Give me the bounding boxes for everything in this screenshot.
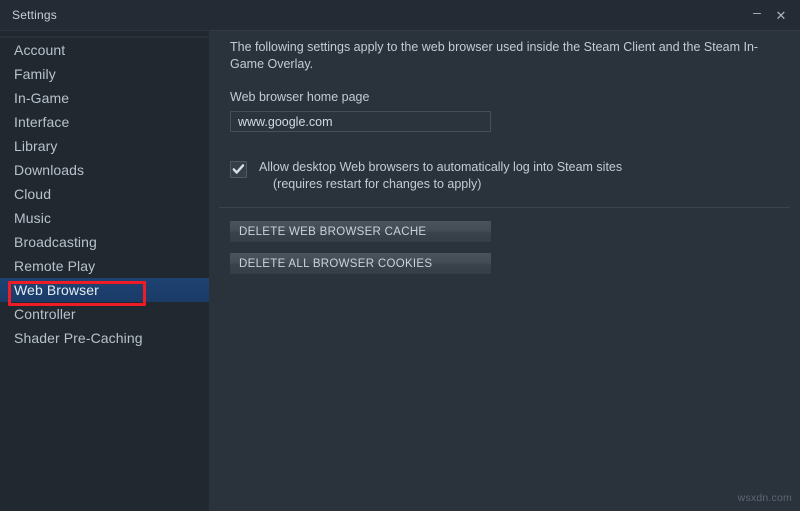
sidebar-list: Account Family In-Game Interface Library… <box>0 36 209 350</box>
sidebar-item-label: Remote Play <box>14 258 96 274</box>
home-page-input[interactable] <box>230 111 491 132</box>
sidebar-item-label: Cloud <box>14 186 52 202</box>
window-title: Settings <box>12 8 57 22</box>
settings-window: Settings – ✕ Account Family In-Game Inte… <box>0 0 800 511</box>
sidebar-item-downloads[interactable]: Downloads <box>0 158 209 182</box>
sidebar-item-label: Account <box>14 42 66 58</box>
sidebar-item-label: In-Game <box>14 90 70 106</box>
watermark: wsxdn.com <box>737 492 792 504</box>
auto-login-line1: Allow desktop Web browsers to automatica… <box>259 160 623 174</box>
minimize-icon[interactable]: – <box>746 0 768 30</box>
sidebar-item-label: Controller <box>14 306 76 322</box>
sidebar-item-label: Music <box>14 210 52 226</box>
window-controls: – ✕ <box>746 0 792 30</box>
sidebar-item-controller[interactable]: Controller <box>0 302 209 326</box>
sidebar-item-shader-pre-caching[interactable]: Shader Pre-Caching <box>0 326 209 350</box>
intro-description: The following settings apply to the web … <box>230 40 759 71</box>
settings-sidebar: Account Family In-Game Interface Library… <box>0 30 209 511</box>
sidebar-item-cloud[interactable]: Cloud <box>0 182 209 206</box>
sidebar-item-label: Downloads <box>14 162 85 178</box>
auto-login-checkbox-row[interactable]: Allow desktop Web browsers to automatica… <box>230 159 622 193</box>
delete-web-browser-cache-button[interactable]: DELETE WEB BROWSER CACHE <box>230 221 491 242</box>
close-icon[interactable]: ✕ <box>770 3 792 27</box>
sidebar-item-interface[interactable]: Interface <box>0 110 209 134</box>
sidebar-item-label: Library <box>14 138 58 154</box>
sidebar-item-label: Interface <box>14 114 70 130</box>
settings-content-panel: The following settings apply to the web … <box>209 30 800 511</box>
sidebar-item-remote-play[interactable]: Remote Play <box>0 254 209 278</box>
sidebar-item-label: Family <box>14 66 56 82</box>
auto-login-line2: (requires restart for changes to apply) <box>273 177 482 191</box>
sidebar-item-music[interactable]: Music <box>0 206 209 230</box>
section-divider <box>219 207 790 208</box>
home-page-label: Web browser home page <box>230 90 370 104</box>
sidebar-item-label: Web Browser <box>14 282 99 298</box>
sidebar-item-library[interactable]: Library <box>0 134 209 158</box>
sidebar-item-label: Shader Pre-Caching <box>14 330 143 346</box>
sidebar-item-web-browser[interactable]: Web Browser <box>0 278 209 302</box>
sidebar-item-in-game[interactable]: In-Game <box>0 86 209 110</box>
auto-login-label: Allow desktop Web browsers to automatica… <box>259 159 622 193</box>
sidebar-item-account[interactable]: Account <box>0 36 209 62</box>
checkmark-icon[interactable] <box>230 161 247 178</box>
sidebar-item-broadcasting[interactable]: Broadcasting <box>0 230 209 254</box>
title-bar: Settings – ✕ <box>0 0 800 30</box>
delete-all-browser-cookies-button[interactable]: DELETE ALL BROWSER COOKIES <box>230 253 491 274</box>
sidebar-item-label: Broadcasting <box>14 234 97 250</box>
sidebar-item-family[interactable]: Family <box>0 62 209 86</box>
